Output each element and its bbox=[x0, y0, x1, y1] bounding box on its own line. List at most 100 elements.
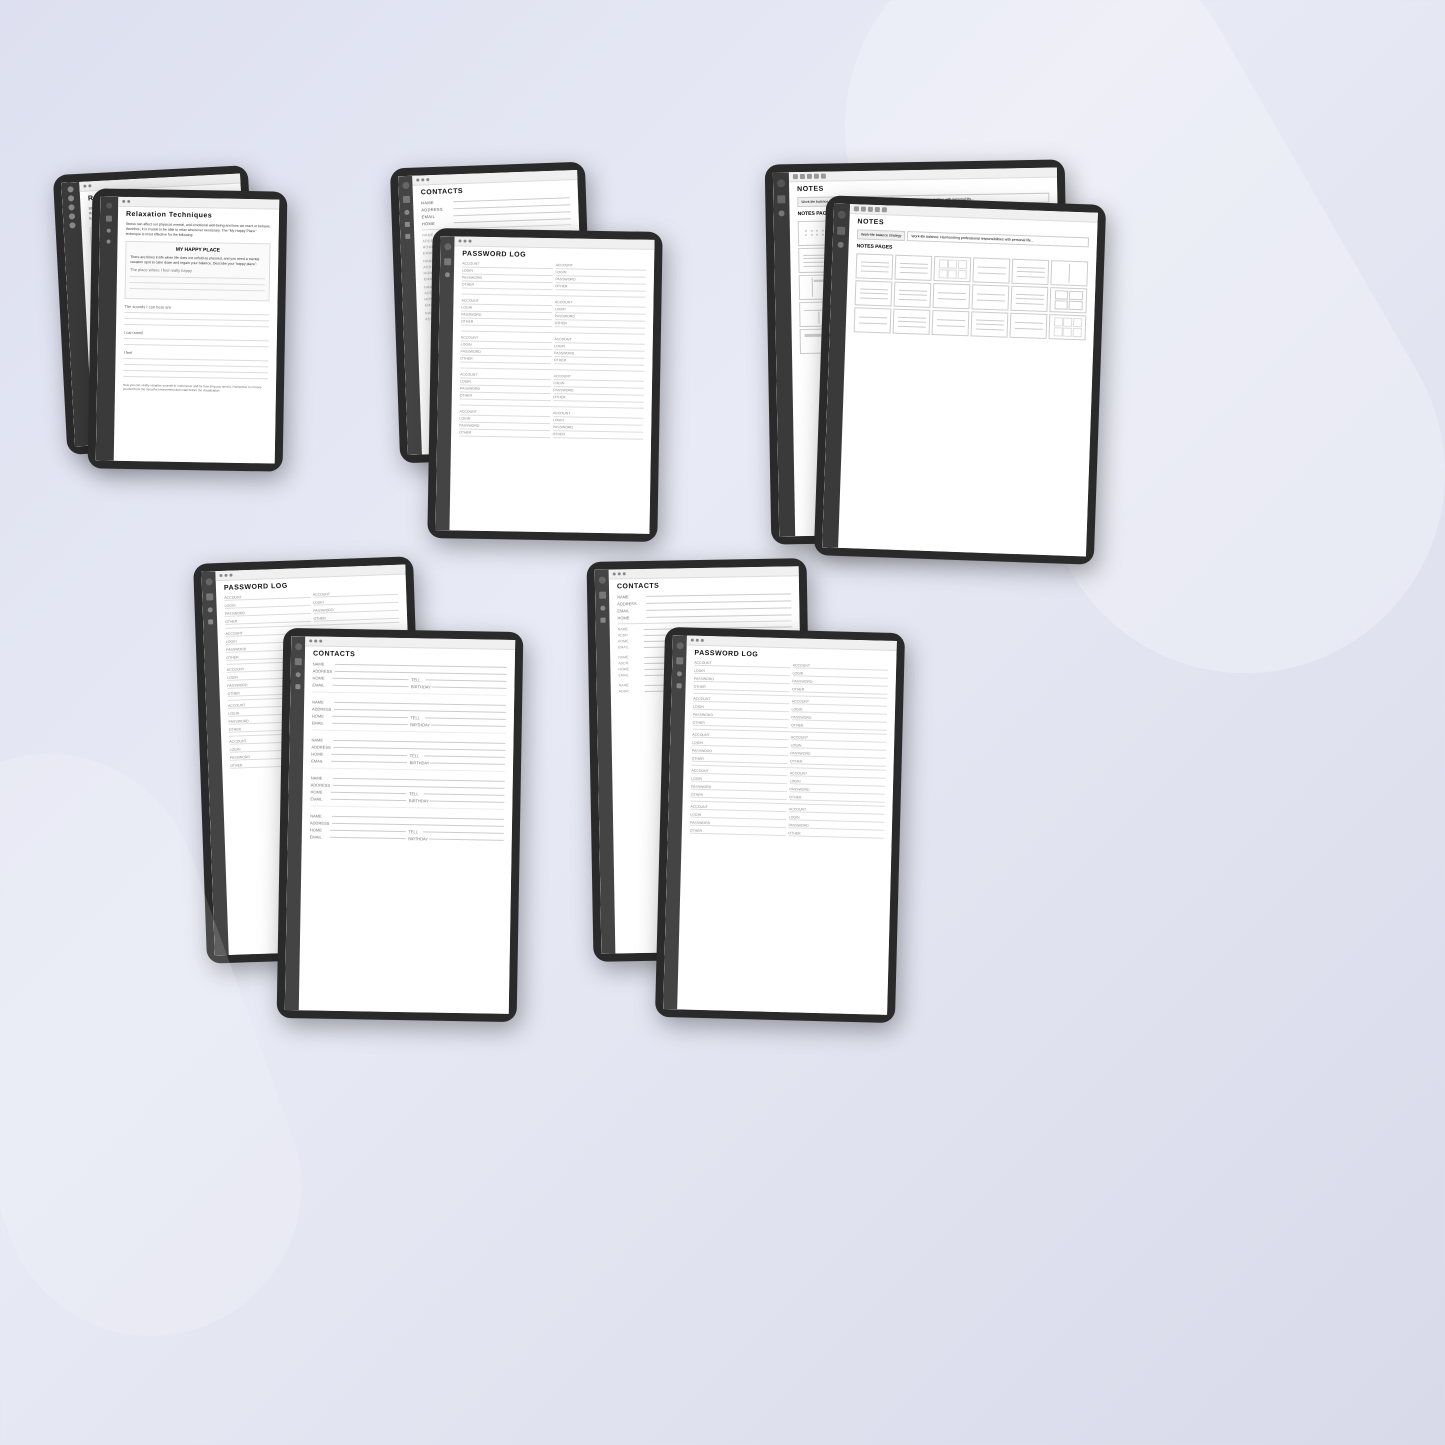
sidebar-dot bbox=[69, 222, 75, 228]
contacts-title-bottom: CONTACTS bbox=[313, 650, 507, 660]
sidebar-icon bbox=[599, 592, 606, 599]
nt17 bbox=[1010, 313, 1048, 339]
nav-dot bbox=[691, 639, 694, 642]
pwd-g4: ACCOUNT ACCOUNT LOGIN LOGIN PASSWORD PAS… bbox=[691, 769, 886, 803]
pwd-col: ACCOUNT LOGIN PASSWORD OTHER bbox=[553, 374, 644, 404]
pwd-col: ACCOUNT LOGIN PASSWORD OTHER bbox=[554, 337, 645, 367]
email-label: EMAIL bbox=[422, 213, 450, 219]
nt12 bbox=[1049, 287, 1087, 313]
page-title: Relaxation Techniques bbox=[126, 211, 271, 221]
home-label: HOME bbox=[422, 220, 450, 226]
happy-place-subtitle: MY HAPPY PLACE bbox=[130, 246, 265, 254]
sidebar-icon bbox=[205, 578, 212, 585]
top-bar bbox=[789, 168, 1057, 183]
contact-entry: NAME ADDRESS HOME bbox=[312, 699, 507, 733]
nav-dot bbox=[127, 200, 130, 203]
top-bar bbox=[305, 636, 515, 650]
nav-dot bbox=[309, 639, 312, 642]
contact-entry: NAME ADDRESS HOME bbox=[312, 661, 507, 695]
divider bbox=[462, 294, 646, 298]
pwd-g1: ACCOUNT ACCOUNT LOGIN LOGIN PASSWORD PAS… bbox=[694, 661, 889, 695]
sidebar-icon bbox=[207, 607, 212, 612]
name-label: NAME bbox=[421, 199, 449, 205]
sidebar-icon bbox=[777, 179, 785, 187]
toolbar-icon bbox=[861, 206, 866, 211]
sidebar-dot bbox=[69, 213, 75, 219]
pwd-col: ACCOUNT LOGIN PASSWORD OTHER bbox=[554, 300, 645, 330]
nav-dot bbox=[88, 184, 91, 187]
toolbar-icon bbox=[868, 207, 873, 212]
pwd-col: ACCOUNT LOGIN PASSWORD OTHER bbox=[461, 299, 552, 329]
nav-dot bbox=[618, 572, 621, 575]
sidebar-icon bbox=[676, 683, 681, 688]
nav-dot bbox=[229, 574, 232, 577]
toolbar-icon bbox=[800, 174, 805, 179]
nav-dot bbox=[319, 640, 322, 643]
nav-dot bbox=[458, 239, 461, 242]
top-bar bbox=[412, 170, 577, 186]
nt7 bbox=[855, 280, 893, 306]
nt14 bbox=[893, 309, 931, 335]
pwd-title-br: PASSWORD LOG bbox=[694, 650, 888, 662]
pwd-grid: ACCOUNT ACCOUNT LOGIN LOGIN PASSWORD PAS… bbox=[224, 590, 399, 625]
sidebar-icon bbox=[106, 203, 112, 209]
sidebar-icon bbox=[404, 210, 409, 215]
scene: Relaxation Techniques Stress can affect … bbox=[0, 0, 1445, 1445]
sidebar-icon bbox=[107, 229, 111, 233]
email-line bbox=[454, 211, 571, 216]
name-line bbox=[453, 197, 570, 202]
divider bbox=[460, 405, 644, 409]
tablet-contacts-bottom-front: CONTACTS NAME ADDRESS H bbox=[277, 628, 524, 1022]
sidebar-icon bbox=[777, 195, 785, 203]
tab-a: Work-life balance strategy bbox=[857, 229, 906, 241]
writing-line bbox=[124, 324, 269, 328]
nav-dot bbox=[623, 572, 626, 575]
sidebar-icon bbox=[106, 216, 112, 222]
writing-line bbox=[124, 344, 269, 348]
tablet-password-center: PASSWORD LOG ACCOUNT LOGIN PASSWORD OTHE… bbox=[427, 228, 662, 542]
sidebar-icon bbox=[294, 658, 301, 665]
toolbar-icon bbox=[875, 207, 880, 212]
toolbar-icon bbox=[814, 174, 819, 179]
pwd-g5: ACCOUNT ACCOUNT LOGIN LOGIN PASSWORD PAS… bbox=[690, 805, 885, 839]
nt4 bbox=[972, 257, 1010, 283]
toolbar-icon bbox=[821, 174, 826, 179]
sidebar-icon bbox=[206, 593, 213, 600]
toolbar-icon bbox=[854, 206, 859, 211]
sidebar-icon bbox=[838, 242, 844, 248]
sidebar-icon bbox=[295, 672, 300, 677]
top-bar bbox=[609, 566, 799, 579]
nav-dot bbox=[696, 639, 699, 642]
sidebar-icon bbox=[676, 671, 681, 676]
sidebar-icon bbox=[405, 234, 410, 239]
pwd-g3: ACCOUNT ACCOUNT LOGIN LOGIN PASSWORD PAS… bbox=[692, 733, 887, 767]
sidebar-dot bbox=[68, 204, 74, 210]
sidebar-icon bbox=[837, 227, 845, 235]
nav-dot bbox=[219, 574, 222, 577]
pwd-col: ACCOUNT LOGIN PASSWORD OTHER bbox=[460, 373, 551, 403]
nav-dot bbox=[426, 178, 429, 181]
nav-dot bbox=[224, 574, 227, 577]
password-grid: ACCOUNT LOGIN PASSWORD OTHER ACCOUNT LOG… bbox=[462, 262, 646, 293]
sidebar-icon bbox=[676, 642, 683, 649]
sidebar-icon bbox=[600, 618, 605, 623]
contact-entry: NAME ADDRESS HOME bbox=[311, 737, 506, 771]
contacts-title: CONTACTS bbox=[421, 184, 570, 196]
divider bbox=[618, 620, 792, 624]
nt11 bbox=[1010, 286, 1048, 312]
nt2 bbox=[894, 255, 932, 281]
contacts-title-br: CONTACTS bbox=[617, 580, 791, 590]
password-log-title: PASSWORD LOG bbox=[462, 251, 646, 261]
other-label: OTHER bbox=[462, 283, 553, 291]
sidebar-icon bbox=[676, 657, 683, 664]
divider bbox=[460, 368, 644, 372]
writing-line bbox=[130, 288, 265, 291]
writing-line bbox=[130, 276, 265, 279]
relax-intro: Stress can affect our physical, mental, … bbox=[126, 222, 271, 239]
nt9 bbox=[932, 283, 970, 309]
sidebar-icon bbox=[106, 240, 110, 244]
password-grid-5: ACCOUNT LOGIN PASSWORD OTHER ACCOUNT LOG… bbox=[459, 410, 643, 441]
tablet-notes-front: NOTES Work-life balance strategy Work-li… bbox=[814, 195, 1106, 565]
nav-dot bbox=[463, 240, 466, 243]
sidebar-icon bbox=[600, 606, 605, 611]
